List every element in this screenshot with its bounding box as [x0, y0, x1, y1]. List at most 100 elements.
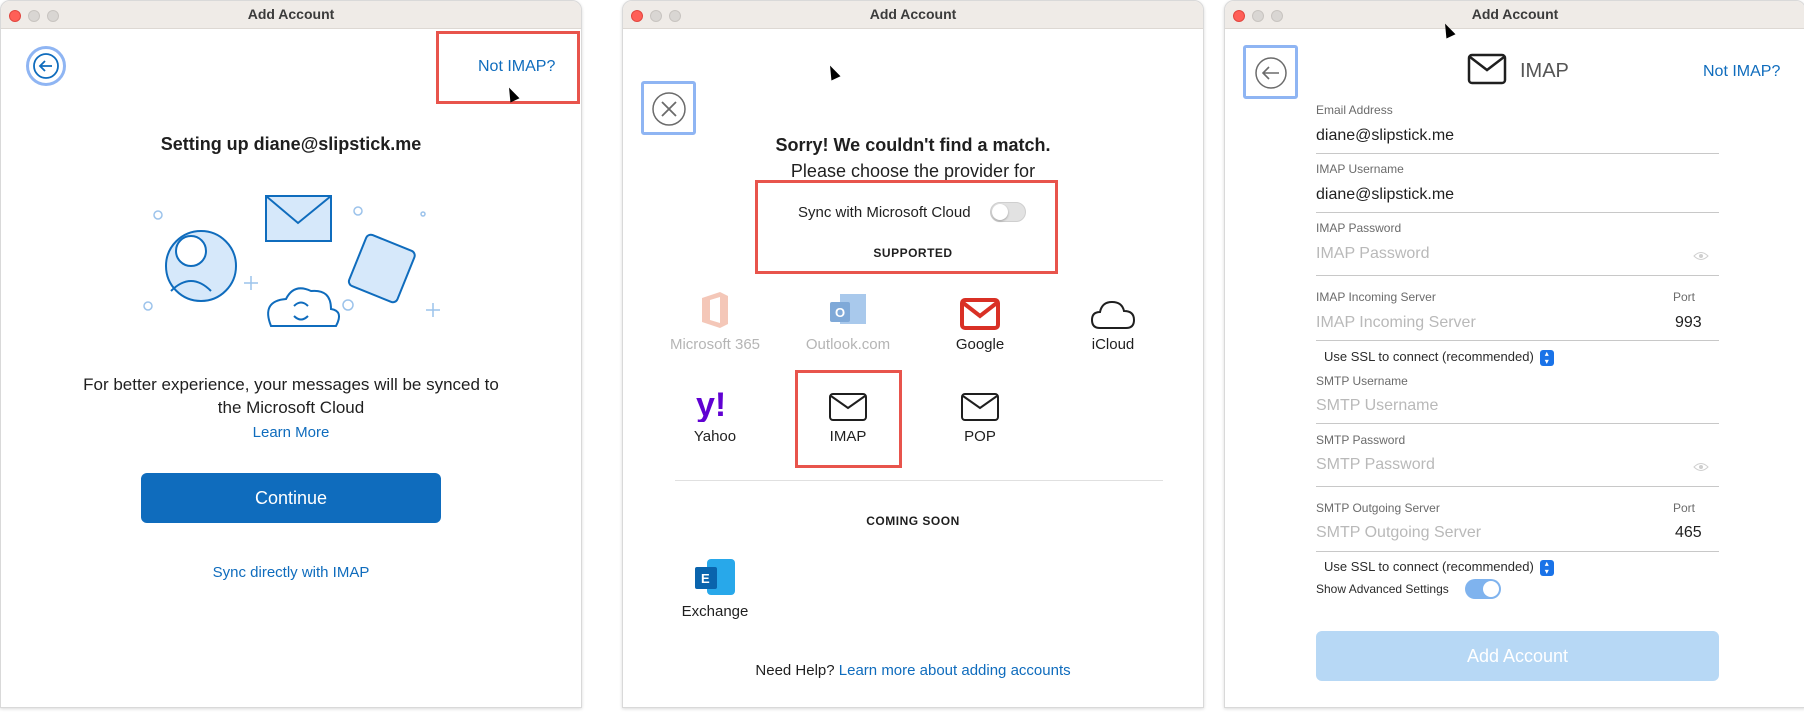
window-setup: Add Account Not IMAP? Setting up diane@s…: [0, 0, 582, 708]
titlebar: Add Account: [1, 1, 581, 29]
imap-server-label: IMAP Incoming Server: [1316, 290, 1436, 304]
provider-google[interactable]: Google: [920, 286, 1040, 353]
close-icon: [652, 92, 686, 126]
provider-label: Yahoo: [693, 428, 737, 445]
smtp-username-field[interactable]: SMTP Username: [1316, 397, 1438, 415]
window-title: Add Account: [869, 6, 957, 22]
imap-username-field[interactable]: diane@slipstick.me: [1316, 186, 1454, 204]
office-icon: [702, 292, 728, 328]
exchange-icon: E: [695, 559, 735, 595]
field-underline: [1316, 212, 1719, 213]
field-underline: [1316, 340, 1719, 341]
smtp-port-field[interactable]: 465: [1675, 524, 1702, 542]
field-underline: [1316, 275, 1719, 276]
no-match-heading: Sorry! We couldn't find a match.: [775, 135, 1051, 155]
field-underline: [1316, 423, 1719, 424]
provider-label: Microsoft 365: [669, 336, 761, 353]
envelope-icon: [1467, 53, 1507, 85]
sync-message-line2: the Microsoft Cloud: [217, 398, 365, 417]
imap-ssl-label: Use SSL to connect (recommended): [1324, 349, 1534, 364]
sync-message-line1: For better experience, your messages wil…: [83, 375, 499, 394]
imap-username-label: IMAP Username: [1316, 162, 1404, 176]
sync-cloud-label: Sync with Microsoft Cloud: [798, 204, 971, 221]
show-password-icon[interactable]: [1693, 462, 1709, 472]
imap-password-field[interactable]: IMAP Password: [1316, 245, 1430, 263]
need-help-text: Need Help?: [755, 662, 835, 679]
window-choose-provider: Add Account Sorry! We couldn't find a ma…: [622, 0, 1204, 708]
window-title: Add Account: [247, 6, 335, 22]
yahoo-icon: y!: [696, 386, 726, 422]
smtp-server-field[interactable]: SMTP Outgoing Server: [1316, 524, 1481, 542]
cloud-icon: [1090, 300, 1136, 329]
provider-pop[interactable]: POP: [920, 378, 1040, 445]
provider-yahoo[interactable]: y! Yahoo: [655, 378, 775, 445]
envelope-icon: [829, 393, 867, 421]
mouse-cursor: [825, 63, 841, 81]
section-divider: [675, 480, 1163, 481]
smtp-username-label: SMTP Username: [1316, 374, 1408, 388]
window-imap-settings: Add Account IMAP Not IMAP? Email Address…: [1224, 0, 1804, 708]
smtp-ssl-label: Use SSL to connect (recommended): [1324, 559, 1534, 574]
provider-label: IMAP: [829, 428, 867, 445]
svg-text:y!: y!: [696, 386, 726, 422]
envelope-icon: [961, 393, 999, 421]
provider-label: Outlook.com: [805, 336, 891, 353]
field-underline: [1316, 551, 1719, 552]
imap-password-label: IMAP Password: [1316, 221, 1402, 235]
coming-soon-label: COMING SOON: [866, 514, 960, 528]
setup-heading: Setting up diane@slipstick.me: [160, 134, 422, 154]
svg-text:E: E: [701, 571, 710, 586]
not-imap-link[interactable]: Not IMAP?: [478, 58, 555, 76]
provider-label: iCloud: [1091, 336, 1135, 353]
provider-label: POP: [964, 428, 996, 445]
imap-port-field[interactable]: 993: [1675, 314, 1702, 332]
email-field[interactable]: diane@slipstick.me: [1316, 127, 1454, 145]
help-row: Need Help? Learn more about adding accou…: [623, 662, 1203, 679]
sync-illustration: [143, 195, 440, 327]
smtp-ssl-select[interactable]: Use SSL to connect (recommended) ▴ ▾: [1324, 559, 1554, 576]
field-underline: [1316, 153, 1719, 154]
chevron-updown-icon: ▴ ▾: [1539, 349, 1554, 366]
back-button[interactable]: [1243, 45, 1298, 99]
arrow-left-icon: [33, 53, 59, 79]
smtp-port-label: Port: [1673, 501, 1696, 515]
advanced-settings-label: Show Advanced Settings: [1316, 582, 1449, 596]
continue-button[interactable]: Continue: [141, 473, 441, 523]
provider-label: Google: [955, 336, 1005, 353]
not-imap-link[interactable]: Not IMAP?: [1703, 63, 1780, 81]
provider-icloud[interactable]: iCloud: [1053, 286, 1173, 353]
imap-ssl-select[interactable]: Use SSL to connect (recommended) ▴ ▾: [1324, 349, 1554, 366]
choose-provider-subheading: Please choose the provider for: [790, 161, 1036, 181]
arrow-left-icon: [1255, 57, 1287, 89]
add-account-button[interactable]: Add Account: [1316, 631, 1719, 681]
provider-imap[interactable]: IMAP: [788, 378, 908, 445]
titlebar: Add Account: [1225, 1, 1804, 29]
field-underline: [1316, 486, 1719, 487]
provider-label: Exchange: [681, 603, 749, 620]
chevron-updown-icon: ▴ ▾: [1539, 559, 1554, 576]
smtp-password-field[interactable]: SMTP Password: [1316, 456, 1435, 474]
smtp-password-label: SMTP Password: [1316, 433, 1406, 447]
advanced-settings-toggle[interactable]: [1465, 579, 1501, 599]
gmail-icon: [960, 298, 1000, 330]
titlebar: Add Account: [623, 1, 1203, 29]
email-label: Email Address: [1316, 103, 1393, 117]
smtp-server-label: SMTP Outgoing Server: [1316, 501, 1440, 515]
back-button[interactable]: [26, 46, 66, 86]
svg-text:O: O: [835, 305, 845, 320]
help-link[interactable]: Learn more about adding accounts: [839, 662, 1071, 679]
provider-microsoft365: Microsoft 365: [655, 286, 775, 353]
provider-outlook: O Outlook.com: [788, 286, 908, 353]
sync-cloud-toggle[interactable]: [990, 202, 1026, 222]
window-title: Add Account: [1471, 6, 1559, 22]
close-button[interactable]: [641, 81, 696, 135]
imap-server-field[interactable]: IMAP Incoming Server: [1316, 314, 1476, 332]
imap-header-label: IMAP: [1520, 60, 1569, 82]
imap-port-label: Port: [1673, 290, 1696, 304]
outlook-icon: O: [830, 294, 866, 324]
show-password-icon[interactable]: [1693, 251, 1709, 261]
provider-exchange: E Exchange: [655, 553, 775, 620]
learn-more-link[interactable]: Learn More: [1, 424, 581, 441]
sync-imap-link[interactable]: Sync directly with IMAP: [1, 564, 581, 581]
supported-label: SUPPORTED: [873, 246, 953, 260]
